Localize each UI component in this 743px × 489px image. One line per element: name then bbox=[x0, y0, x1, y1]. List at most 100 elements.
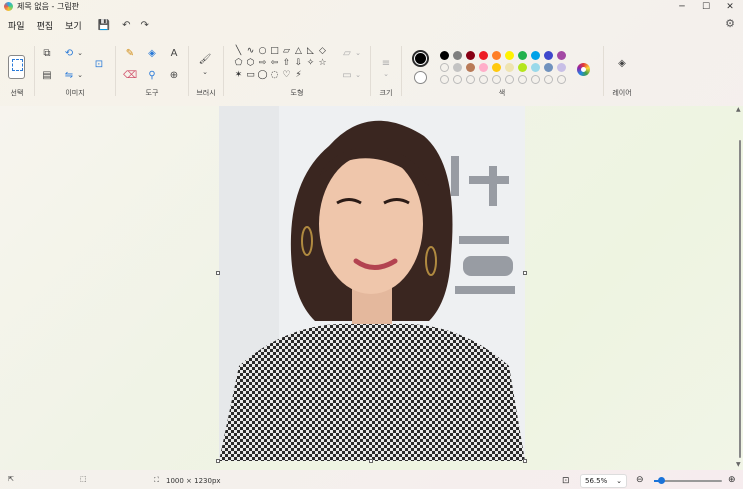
pencil-icon[interactable]: ✎ bbox=[123, 46, 137, 60]
color-swatch[interactable] bbox=[518, 75, 527, 84]
color-picker-icon[interactable]: ⚲ bbox=[145, 68, 159, 82]
color-swatch[interactable] bbox=[544, 75, 553, 84]
shape-option[interactable]: ☆ bbox=[317, 58, 328, 69]
drawing-canvas[interactable] bbox=[219, 106, 525, 461]
flip-chevron-icon[interactable]: ⌄ bbox=[73, 68, 87, 82]
shape-option[interactable]: ⚡ bbox=[293, 70, 304, 81]
shape-option[interactable]: ╲ bbox=[233, 46, 244, 57]
shape-option[interactable]: ✧ bbox=[305, 58, 316, 69]
crop-icon[interactable]: ⧉ bbox=[40, 46, 54, 60]
zoom-dropdown[interactable]: 56.5% ⌄ bbox=[580, 474, 627, 488]
color-swatch[interactable] bbox=[440, 75, 449, 84]
shape-option[interactable]: ◌ bbox=[269, 70, 280, 81]
color-swatch[interactable] bbox=[453, 75, 462, 84]
shape-option[interactable]: ⇩ bbox=[293, 58, 304, 69]
image-group: ⧉ ▤ ⟲ ⌄ ⇋ ⌄ ⊡ 이미지 bbox=[35, 42, 115, 102]
shape-option[interactable]: □ bbox=[269, 46, 280, 57]
shape-option[interactable]: ⇧ bbox=[281, 58, 292, 69]
shape-option[interactable]: ⬡ bbox=[245, 58, 256, 69]
color-swatch[interactable] bbox=[557, 63, 566, 72]
shape-option[interactable]: ◇ bbox=[317, 46, 328, 57]
zoom-slider[interactable] bbox=[654, 477, 722, 484]
color-swatch[interactable] bbox=[531, 63, 540, 72]
menu-file[interactable]: 파일 bbox=[2, 19, 31, 32]
color-swatch[interactable] bbox=[505, 75, 514, 84]
color-swatch[interactable] bbox=[479, 51, 488, 60]
color-swatch[interactable] bbox=[518, 63, 527, 72]
menu-edit[interactable]: 편집 bbox=[31, 19, 60, 32]
color-swatch[interactable] bbox=[479, 63, 488, 72]
color-swatch[interactable] bbox=[544, 51, 553, 60]
zoom-out-icon[interactable]: ⊖ bbox=[636, 475, 644, 485]
settings-gear-icon[interactable]: ⚙ bbox=[725, 17, 735, 30]
color-swatch[interactable] bbox=[505, 63, 514, 72]
color-swatch[interactable] bbox=[440, 63, 449, 72]
fill-bucket-icon[interactable]: ◈ bbox=[145, 46, 159, 60]
resize-handle-right[interactable] bbox=[523, 271, 527, 275]
minimize-button[interactable]: ─ bbox=[669, 0, 695, 13]
primary-color[interactable] bbox=[412, 50, 429, 67]
fit-to-window-icon[interactable]: ⊡ bbox=[562, 476, 570, 486]
fill-chevron-icon[interactable]: ⌄ bbox=[351, 68, 365, 82]
shape-option[interactable]: ♡ bbox=[281, 70, 292, 81]
resize-icon[interactable]: ▤ bbox=[40, 68, 54, 82]
text-icon[interactable]: A bbox=[167, 46, 181, 60]
close-button[interactable]: ✕ bbox=[717, 0, 743, 13]
color-swatch[interactable] bbox=[466, 51, 475, 60]
shape-option[interactable]: ⇨ bbox=[257, 58, 268, 69]
vertical-scrollbar[interactable]: ▲ ▼ bbox=[736, 106, 742, 470]
shape-option[interactable]: ○ bbox=[257, 46, 268, 57]
scroll-thumb[interactable] bbox=[739, 140, 741, 458]
color-swatch[interactable] bbox=[479, 75, 488, 84]
redo-icon[interactable]: ↷ bbox=[141, 20, 149, 31]
shape-option[interactable]: ▱ bbox=[281, 46, 292, 57]
resize-handle-bottom[interactable] bbox=[369, 459, 373, 463]
scroll-up-icon[interactable]: ▲ bbox=[736, 106, 741, 113]
color-swatch[interactable] bbox=[453, 51, 462, 60]
color-swatch[interactable] bbox=[518, 51, 527, 60]
color-swatch[interactable] bbox=[557, 51, 566, 60]
shape-option[interactable]: ▭ bbox=[245, 70, 256, 81]
resize-handle-bottom-left[interactable] bbox=[216, 459, 220, 463]
shape-option[interactable]: △ bbox=[293, 46, 304, 57]
secondary-color[interactable] bbox=[414, 71, 427, 84]
shape-option[interactable]: ⇦ bbox=[269, 58, 280, 69]
selection-tool-button[interactable] bbox=[8, 55, 25, 79]
zoom-slider-knob[interactable] bbox=[657, 477, 665, 484]
resize-handle-bottom-right[interactable] bbox=[523, 459, 527, 463]
color-swatch[interactable] bbox=[492, 51, 501, 60]
color-swatch[interactable] bbox=[466, 75, 475, 84]
layers-icon[interactable]: ◈ bbox=[615, 56, 629, 70]
color-swatch[interactable] bbox=[492, 75, 501, 84]
brush-chevron-icon[interactable]: ⌄ bbox=[198, 65, 212, 79]
color-swatch[interactable] bbox=[440, 51, 449, 60]
eraser-icon[interactable]: ⌫ bbox=[123, 68, 137, 82]
shape-option[interactable]: ⬠ bbox=[233, 58, 244, 69]
magnifier-icon[interactable]: ⊕ bbox=[167, 68, 181, 82]
maximize-button[interactable]: ☐ bbox=[693, 0, 719, 13]
resize-handle-left[interactable] bbox=[216, 271, 220, 275]
color-swatch[interactable] bbox=[531, 75, 540, 84]
brush-icon[interactable]: 🖌 bbox=[198, 52, 212, 66]
shape-option[interactable]: ✶ bbox=[233, 70, 244, 81]
color-swatch[interactable] bbox=[505, 51, 514, 60]
scroll-down-icon[interactable]: ▼ bbox=[736, 461, 741, 468]
menu-view[interactable]: 보기 bbox=[59, 19, 88, 32]
zoom-in-icon[interactable]: ⊕ bbox=[728, 475, 736, 485]
edit-colors-wheel-icon[interactable] bbox=[577, 63, 590, 76]
image-select-icon[interactable]: ⊡ bbox=[92, 57, 106, 71]
color-swatch[interactable] bbox=[492, 63, 501, 72]
undo-icon[interactable]: ↶ bbox=[122, 20, 130, 31]
shape-option[interactable]: ∿ bbox=[245, 46, 256, 57]
color-swatch[interactable] bbox=[557, 75, 566, 84]
color-swatch[interactable] bbox=[531, 51, 540, 60]
color-swatch[interactable] bbox=[453, 63, 462, 72]
shape-option[interactable]: ◯ bbox=[257, 70, 268, 81]
save-icon[interactable]: 💾 bbox=[98, 20, 110, 31]
shape-option[interactable]: ◺ bbox=[305, 46, 316, 57]
color-swatch[interactable] bbox=[466, 63, 475, 72]
rotate-chevron-icon[interactable]: ⌄ bbox=[73, 46, 87, 60]
color-swatch[interactable] bbox=[544, 63, 553, 72]
size-chevron-icon[interactable]: ⌄ bbox=[379, 67, 393, 81]
outline-chevron-icon[interactable]: ⌄ bbox=[351, 46, 365, 60]
